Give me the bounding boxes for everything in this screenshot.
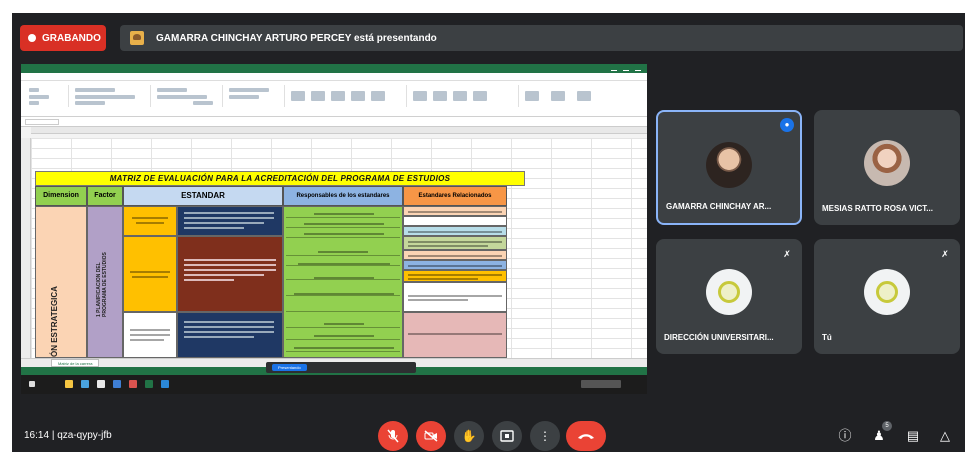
info-icon: ⓘ <box>838 428 852 443</box>
activities-icon: △ <box>940 428 950 443</box>
relacionado-row <box>403 206 507 216</box>
excel-ribbon <box>21 81 647 117</box>
factor-text: 1 PLANIFICACION DEL PROGRAMA DE ESTUDIOS <box>96 252 108 317</box>
estandar-1-desc <box>177 206 283 236</box>
avatar <box>864 140 910 186</box>
people-count-badge: 5 <box>882 421 892 431</box>
header-responsables: Responsables de los estandares <box>283 186 403 206</box>
windows-taskbar <box>21 375 647 394</box>
estandar-3-label <box>123 312 177 358</box>
participant-tile-presenter[interactable]: ● GAMARRA CHINCHAY AR... <box>656 110 802 225</box>
avatar <box>706 269 752 315</box>
factor-cell: 1 PLANIFICACION DEL PROGRAMA DE ESTUDIOS <box>87 206 123 358</box>
taskbar-app-icon[interactable] <box>161 380 169 388</box>
record-dot-icon <box>28 34 36 42</box>
participant-tile[interactable]: ✗ DIRECCIÓN UNIVERSITARI... <box>656 239 802 354</box>
participant-tile[interactable]: MESIAS RATTO ROSA VICT... <box>814 110 960 225</box>
column-headers <box>31 127 647 134</box>
more-vert-icon: ⋮ <box>539 429 551 443</box>
people-button[interactable]: ♟ 5 <box>868 421 892 447</box>
relacionado-row <box>403 312 507 358</box>
participant-name: DIRECCIÓN UNIVERSITARI... <box>664 333 774 342</box>
name-box[interactable] <box>25 118 59 125</box>
people-icon: ♟ <box>873 428 885 443</box>
presenter-avatar-icon <box>130 31 144 45</box>
recording-label: GRABANDO <box>42 32 101 44</box>
recording-indicator: GRABANDO <box>20 25 106 51</box>
relacionado-row <box>403 260 507 270</box>
separator: | <box>51 430 55 441</box>
meet-window: GRABANDO GAMARRA CHINCHAY ARTURO PERCEY … <box>12 13 965 452</box>
estandar-2-label <box>123 236 177 312</box>
taskbar-app-icon[interactable] <box>65 380 73 388</box>
estandar-1-label <box>123 206 177 236</box>
taskbar-app-icon[interactable] <box>113 380 121 388</box>
relacionado-row <box>403 270 507 282</box>
mic-toggle-button[interactable] <box>378 421 408 451</box>
meeting-details: 16:14 | qza-qypy-jfb <box>24 430 112 441</box>
presenting-button[interactable]: Presentando <box>272 364 307 371</box>
speaking-icon: ● <box>780 118 794 132</box>
mic-off-icon: ✗ <box>783 249 791 259</box>
dimension-text: ÓN ESTRATEGICA <box>50 286 59 357</box>
meeting-info-button[interactable]: ⓘ <box>834 425 856 447</box>
excel-ribbon-tabs <box>21 73 647 81</box>
shared-screen: MATRIZ DE EVALUACIÓN PARA LA ACREDITACIÓ… <box>21 64 647 394</box>
relacionado-row <box>403 226 507 236</box>
header-factor: Factor <box>87 186 123 206</box>
participant-name: GAMARRA CHINCHAY AR... <box>666 202 772 211</box>
participant-tile-self[interactable]: ✗ Tú <box>814 239 960 354</box>
estandar-2-desc <box>177 236 283 312</box>
leave-call-button[interactable] <box>566 421 606 451</box>
taskbar-app-icon[interactable] <box>97 380 105 388</box>
excel-taskbar-icon[interactable] <box>145 380 153 388</box>
activities-button[interactable]: △ <box>934 425 956 447</box>
participant-name: Tú <box>822 333 832 342</box>
sheet-tab[interactable]: Matriz de la carrera <box>51 359 100 367</box>
camera-off-icon <box>424 430 438 442</box>
header-dimension: Dimension <box>35 186 87 206</box>
matrix-title: MATRIZ DE EVALUACIÓN PARA LA ACREDITACIÓ… <box>35 171 525 186</box>
relacionado-row <box>403 282 507 312</box>
mic-off-icon <box>387 429 399 443</box>
relacionado-row <box>403 236 507 250</box>
estandar-3-desc <box>177 312 283 358</box>
meeting-code: qza-qypy-jfb <box>57 430 112 441</box>
start-icon[interactable] <box>29 381 35 387</box>
mic-off-icon: ✗ <box>941 249 949 259</box>
relacionado-row <box>403 250 507 260</box>
chat-icon: ▤ <box>906 428 920 443</box>
formula-bar[interactable] <box>21 117 647 127</box>
present-screen-icon <box>500 430 514 442</box>
header-relacionados: Estandares Relacionados <box>403 186 507 206</box>
present-button[interactable] <box>492 421 522 451</box>
raise-hand-button[interactable]: ✋ <box>454 421 484 451</box>
excel-titlebar <box>21 64 647 73</box>
avatar <box>864 269 910 315</box>
hang-up-icon <box>578 434 594 439</box>
more-options-button[interactable]: ⋮ <box>530 421 560 451</box>
taskbar-app-icon[interactable] <box>81 380 89 388</box>
window-controls <box>611 67 647 71</box>
clock-time: 16:14 <box>24 430 50 441</box>
avatar <box>706 142 752 188</box>
chat-button[interactable]: ▤ <box>902 425 924 447</box>
dimension-cell: ÓN ESTRATEGICA <box>35 206 87 358</box>
header-estandar: ESTANDAR <box>123 186 283 206</box>
presenter-text: GAMARRA CHINCHAY ARTURO PERCEY está pres… <box>156 32 437 44</box>
row-headers <box>21 138 31 358</box>
participant-name: MESIAS RATTO ROSA VICT... <box>822 204 933 213</box>
camera-toggle-button[interactable] <box>416 421 446 451</box>
relacionado-row <box>403 216 507 226</box>
responsables-cell <box>283 206 403 358</box>
system-tray <box>581 380 621 388</box>
spreadsheet-grid[interactable]: MATRIZ DE EVALUACIÓN PARA LA ACREDITACIÓ… <box>31 138 647 358</box>
presenter-banner: GAMARRA CHINCHAY ARTURO PERCEY está pres… <box>120 25 963 51</box>
sharing-notice: Presentando <box>266 362 416 373</box>
hand-icon: ✋ <box>461 429 477 443</box>
taskbar-app-icon[interactable] <box>129 380 137 388</box>
